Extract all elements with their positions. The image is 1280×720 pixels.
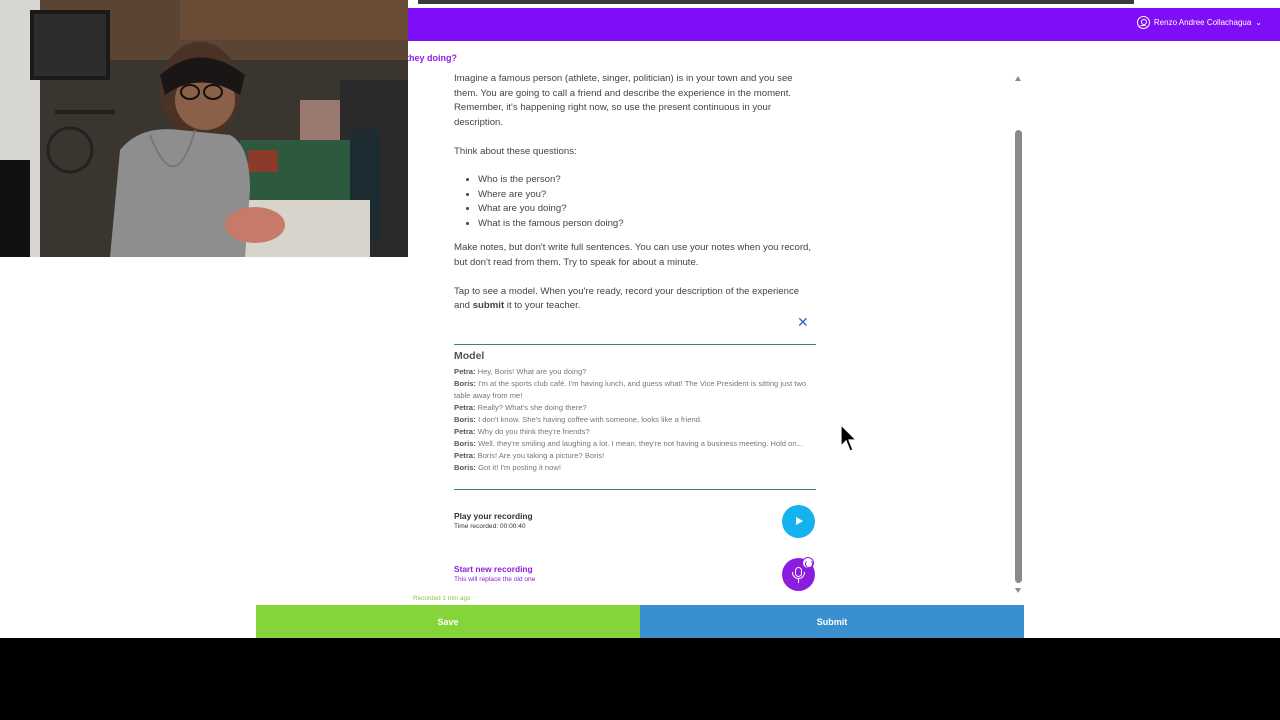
user-circle-icon [1136, 16, 1150, 29]
submit-button[interactable]: Submit [640, 605, 1024, 638]
mouse-cursor-icon [840, 424, 858, 452]
user-menu[interactable]: Renzo Andree Collachagua ⌄ [1136, 16, 1262, 29]
time-recorded: Time recorded: 00:00:40 [454, 523, 526, 530]
dialogue-line: Petra: Really? What's she doing there? [454, 403, 587, 412]
scrollbar-thumb[interactable] [1015, 130, 1022, 583]
question-item: What are you doing? [478, 202, 816, 217]
dialogue-line: Petra: Boris! Are you taking a picture? … [454, 451, 605, 460]
task-think-prompt: Think about these questions: [454, 145, 577, 157]
question-item: What is the famous person doing? [478, 217, 816, 232]
task-submit-instructions: Tap to see a model. When you're ready, r… [454, 285, 800, 312]
webcam-overlay [0, 0, 408, 257]
webcam-video-image [0, 0, 408, 257]
recorded-status: Recorded 1 min ago [413, 595, 471, 602]
app-window: Renzo Andree Collachagua ⌄ they doing? I… [0, 0, 1280, 638]
task-notes: Make notes, but don't write full sentenc… [454, 242, 812, 268]
question-item: Who is the person? [478, 173, 816, 188]
scroll-down-arrow-icon[interactable] [1015, 588, 1021, 593]
replace-warning: This will replace the old one [454, 576, 536, 583]
close-model-icon[interactable]: ✕ [797, 315, 809, 329]
play-recording-button[interactable] [782, 505, 815, 538]
chevron-down-icon: ⌄ [1255, 18, 1262, 27]
model-dialogue: Petra: Hey, Boris! What are you doing? B… [454, 366, 816, 474]
dialogue-line: Boris: Well, they're smiling and laughin… [454, 439, 803, 448]
dialogue-line: Petra: Hey, Boris! What are you doing? [454, 367, 587, 376]
user-name: Renzo Andree Collachagua [1153, 18, 1252, 27]
dialogue-line: Petra: Why do you think they're friends? [454, 427, 590, 436]
model-divider-bottom [454, 489, 816, 490]
scroll-up-arrow-icon[interactable] [1015, 76, 1021, 81]
dialogue-line: Boris: I'm at the sports club café. I'm … [454, 379, 807, 400]
question-list: Who is the person? Where are you? What a… [478, 173, 816, 231]
task-intro: Imagine a famous person (athlete, singer… [454, 73, 793, 128]
play-recording-label: Play your recording [454, 511, 533, 521]
start-new-recording-label[interactable]: Start new recording [454, 564, 533, 574]
model-divider-top [454, 344, 816, 345]
submit-emphasis: submit [472, 300, 505, 311]
save-button[interactable]: Save [256, 605, 640, 638]
browser-top-strip [408, 0, 1280, 8]
dialogue-line: Boris: Got it! I'm posting it now! [454, 463, 561, 472]
question-item: Where are you? [478, 188, 816, 203]
task-content: Imagine a famous person (athlete, singer… [454, 72, 816, 314]
refresh-badge-icon [802, 557, 814, 569]
model-title: Model [454, 350, 485, 362]
dialogue-line: Boris: I don't know. She's having coffee… [454, 415, 703, 424]
section-title: they doing? [406, 53, 457, 63]
